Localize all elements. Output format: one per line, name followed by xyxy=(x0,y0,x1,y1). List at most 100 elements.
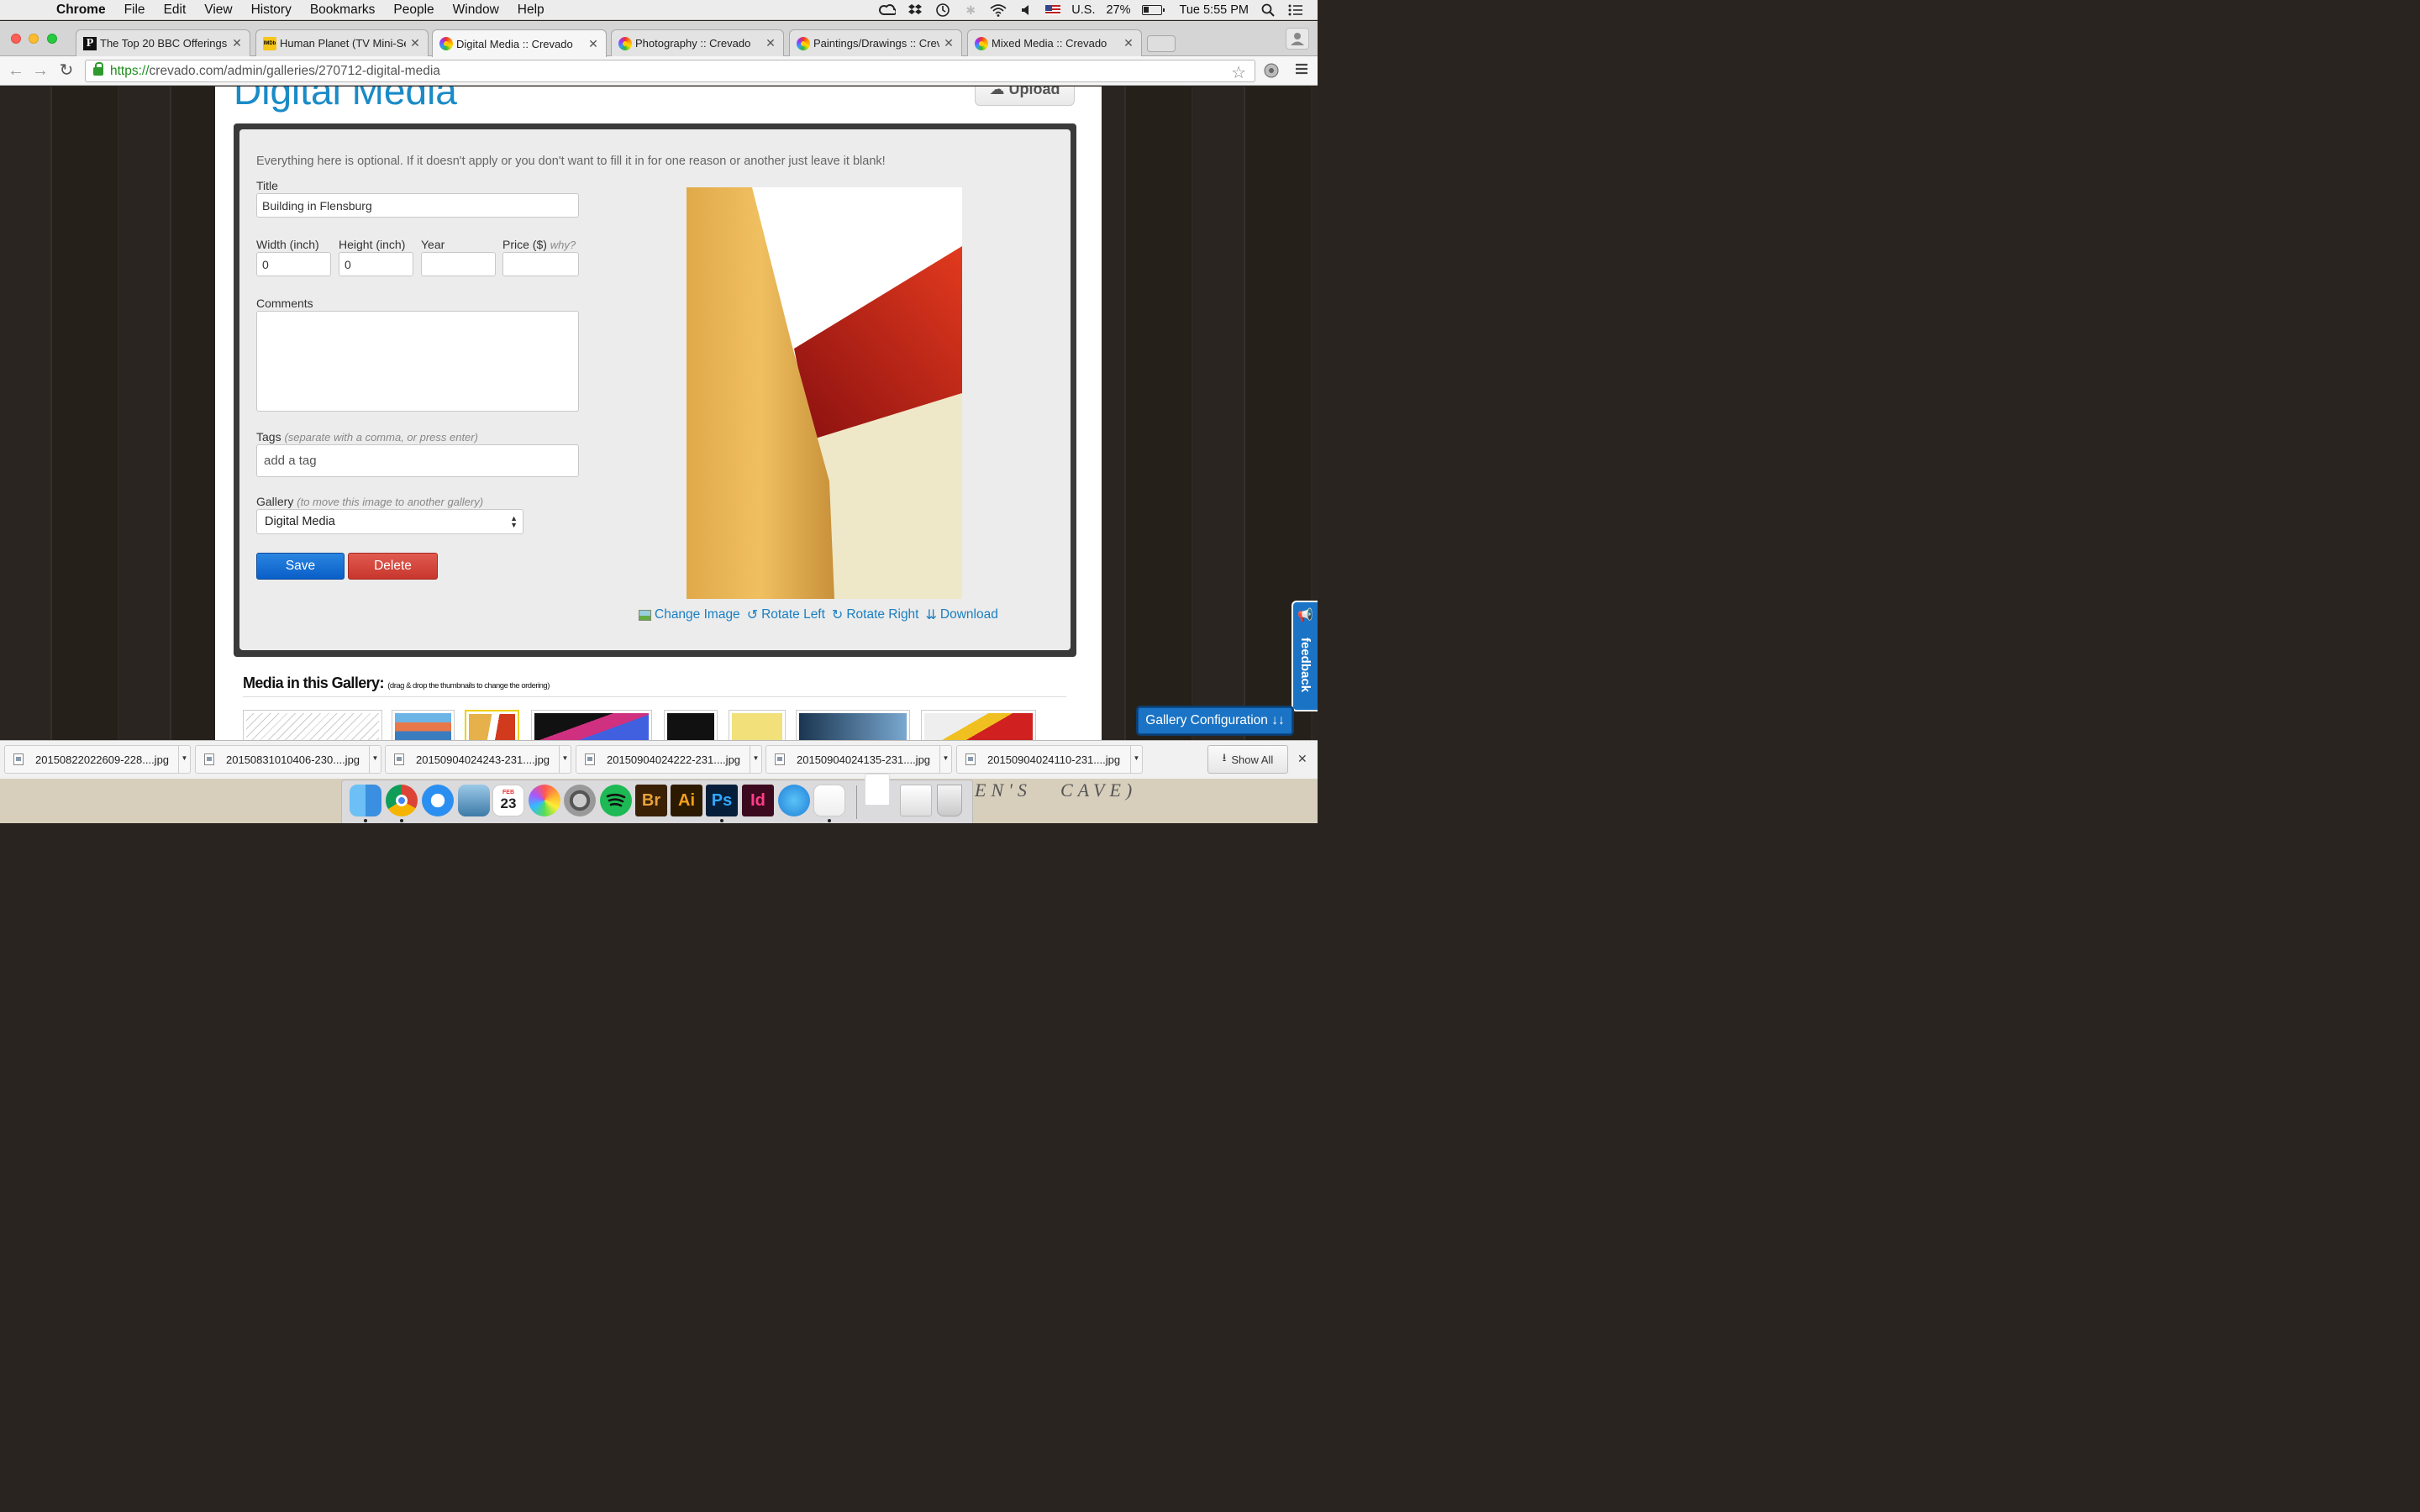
chrome-menu-icon[interactable] xyxy=(1292,62,1311,81)
new-tab-button[interactable] xyxy=(1147,35,1176,52)
year-input[interactable] xyxy=(421,252,496,276)
chevron-down-icon[interactable]: ▼ xyxy=(369,746,381,773)
wifi-icon[interactable] xyxy=(990,3,1007,17)
download-item[interactable]: 20150904024135-231....jpg ▼ xyxy=(765,745,952,774)
back-arrow-icon[interactable]: ← xyxy=(6,60,26,81)
tab-digital-media[interactable]: Digital Media :: Crevado ✕ xyxy=(432,29,607,57)
rotate-left-link[interactable]: ↺ Rotate Left xyxy=(747,606,825,623)
system-preferences-icon[interactable] xyxy=(564,785,596,816)
tags-input[interactable]: add a tag xyxy=(256,444,579,477)
width-input[interactable] xyxy=(256,252,331,276)
extension-icon[interactable] xyxy=(1262,62,1281,81)
media-thumbnail[interactable] xyxy=(664,710,718,740)
tab-paintings-drawings[interactable]: Paintings/Drawings :: Crev ✕ xyxy=(789,29,962,56)
textedit-icon[interactable] xyxy=(813,785,845,816)
tab-close-icon[interactable]: ✕ xyxy=(1123,36,1134,50)
download-item[interactable]: 20150822022609-228....jpg ▼ xyxy=(4,745,191,774)
download-link[interactable]: ⇊ Download xyxy=(926,606,998,623)
tab-human-planet[interactable]: IMDb Human Planet (TV Mini-Ser ✕ xyxy=(255,29,429,56)
tab-bbc-offerings[interactable]: P The Top 20 BBC Offerings ✕ xyxy=(76,29,250,56)
volume-icon[interactable] xyxy=(1018,3,1034,17)
media-thumbnail[interactable] xyxy=(796,710,910,740)
chevron-down-icon[interactable]: ▼ xyxy=(750,746,761,773)
reload-icon[interactable]: ↻ xyxy=(56,60,76,81)
menu-history[interactable]: History xyxy=(251,3,292,18)
media-thumbnail[interactable] xyxy=(243,710,382,740)
tab-mixed-media[interactable]: Mixed Media :: Crevado ✕ xyxy=(967,29,1142,56)
tab-close-icon[interactable]: ✕ xyxy=(765,36,776,50)
indesign-icon[interactable]: Id xyxy=(742,785,774,816)
preview-icon[interactable] xyxy=(458,785,490,816)
download-item[interactable]: 20150904024222-231....jpg ▼ xyxy=(576,745,762,774)
battery-icon[interactable] xyxy=(1141,5,1165,15)
tab-close-icon[interactable]: ✕ xyxy=(587,37,599,51)
input-source-label[interactable]: U.S. xyxy=(1071,3,1095,17)
creative-cloud-icon[interactable] xyxy=(879,3,897,17)
window-minimize-button[interactable] xyxy=(29,34,39,44)
show-all-downloads-button[interactable]: ⭳ Show All xyxy=(1207,745,1288,774)
time-machine-icon[interactable] xyxy=(934,3,951,17)
photos-icon[interactable] xyxy=(529,785,560,816)
chevron-down-icon[interactable]: ▼ xyxy=(1130,746,1142,773)
media-thumbnail[interactable] xyxy=(392,710,455,740)
download-item[interactable]: 20150904024110-231....jpg ▼ xyxy=(956,745,1143,774)
calendar-icon[interactable]: FEB 23 xyxy=(492,785,524,816)
close-downloads-bar-icon[interactable]: ✕ xyxy=(1297,752,1307,766)
save-button[interactable]: Save xyxy=(256,553,345,580)
feedback-tab[interactable]: 📢 feedback xyxy=(1292,601,1318,711)
dropbox-icon[interactable] xyxy=(907,3,923,17)
finder-icon[interactable] xyxy=(350,785,381,816)
rotate-right-link[interactable]: ↻ Rotate Right xyxy=(832,606,919,623)
menu-edit[interactable]: Edit xyxy=(164,3,187,18)
illustrator-icon[interactable]: Ai xyxy=(671,785,702,816)
price-input[interactable] xyxy=(502,252,579,276)
menu-file[interactable]: File xyxy=(124,3,145,18)
change-image-link[interactable]: Change Image xyxy=(639,607,740,622)
photoshop-icon[interactable]: Ps xyxy=(706,785,738,816)
height-input[interactable] xyxy=(339,252,413,276)
profile-icon[interactable] xyxy=(1286,28,1309,50)
upload-button[interactable]: ☁ Upload xyxy=(975,87,1075,106)
safari-icon[interactable] xyxy=(422,785,454,816)
menu-view[interactable]: View xyxy=(204,3,232,18)
spotlight-search-icon[interactable] xyxy=(1260,3,1276,17)
gallery-select[interactable]: Digital Media ▲ ▼ xyxy=(256,509,523,534)
menu-window[interactable]: Window xyxy=(453,3,499,18)
window-close-button[interactable] xyxy=(11,34,21,44)
chrome-icon[interactable] xyxy=(386,785,418,816)
bridge-icon[interactable]: Br xyxy=(635,785,667,816)
download-item[interactable]: 20150831010406-230....jpg ▼ xyxy=(195,745,381,774)
price-why-link[interactable]: why? xyxy=(550,239,576,251)
bluetooth-icon[interactable]: ✱ xyxy=(962,3,979,17)
menu-people[interactable]: People xyxy=(393,3,434,18)
media-thumbnail[interactable] xyxy=(531,710,652,740)
clock[interactable]: Tue 5:55 PM xyxy=(1180,3,1249,17)
forward-arrow-icon[interactable]: → xyxy=(30,60,50,81)
tab-close-icon[interactable]: ✕ xyxy=(943,36,955,50)
media-thumbnail[interactable] xyxy=(729,710,786,740)
media-thumbnail[interactable] xyxy=(921,710,1036,740)
document-icon[interactable] xyxy=(865,774,890,806)
media-thumbnail[interactable] xyxy=(465,710,519,740)
chevron-down-icon[interactable]: ▼ xyxy=(559,746,571,773)
spotify-icon[interactable] xyxy=(600,785,632,816)
menu-bookmarks[interactable]: Bookmarks xyxy=(310,3,376,18)
window-zoom-button[interactable] xyxy=(47,34,57,44)
tab-photography[interactable]: Photography :: Crevado ✕ xyxy=(611,29,784,56)
menu-app-name[interactable]: Chrome xyxy=(56,3,106,18)
battery-percent[interactable]: 27% xyxy=(1106,3,1130,17)
notification-center-icon[interactable] xyxy=(1287,3,1304,17)
tab-close-icon[interactable]: ✕ xyxy=(231,36,243,50)
trash-icon[interactable] xyxy=(937,785,962,816)
menu-help[interactable]: Help xyxy=(518,3,544,18)
chevron-down-icon[interactable]: ▼ xyxy=(939,746,951,773)
download-item[interactable]: 20150904024243-231....jpg ▼ xyxy=(385,745,571,774)
bookmark-star-icon[interactable]: ☆ xyxy=(1231,62,1246,83)
gallery-configuration-button[interactable]: Gallery Configuration ↓↓ xyxy=(1138,707,1292,734)
title-input[interactable] xyxy=(256,193,579,218)
chevron-down-icon[interactable]: ▼ xyxy=(178,746,190,773)
tab-close-icon[interactable]: ✕ xyxy=(409,36,421,50)
comments-textarea[interactable] xyxy=(256,311,579,412)
delete-button[interactable]: Delete xyxy=(348,553,438,580)
screenshot-stack-icon[interactable] xyxy=(900,785,932,816)
